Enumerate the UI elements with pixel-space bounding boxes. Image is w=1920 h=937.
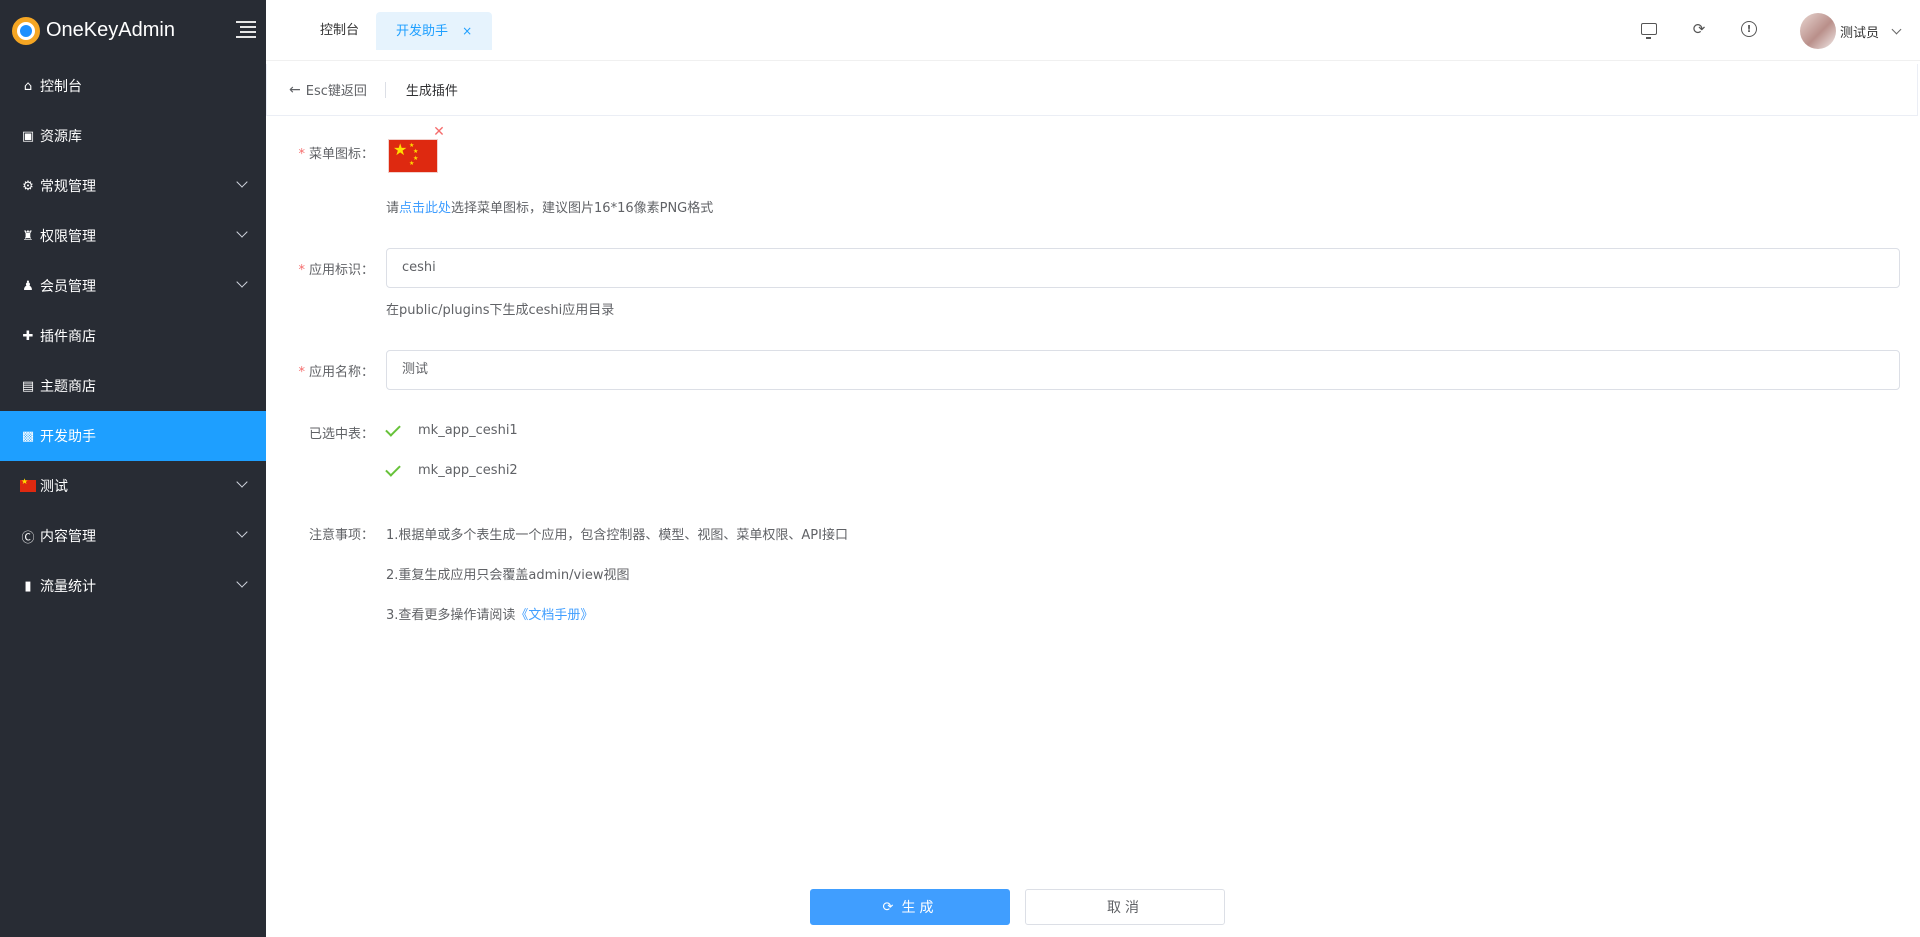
note-text: 3.查看更多操作请阅读 — [386, 608, 516, 623]
sidebar-item-label: 开发助手 — [40, 429, 96, 445]
refresh-icon: ⟳ — [882, 899, 894, 915]
button-label: 取消 — [1107, 900, 1143, 916]
generate-button[interactable]: ⟳ 生成 — [810, 889, 1010, 925]
tab-dev-assistant[interactable]: 开发助手 × — [376, 12, 493, 50]
back-label: Esc键返回 — [305, 84, 367, 99]
sidebar-item-label: 内容管理 — [40, 529, 96, 545]
sidebar-item-content[interactable]: Ⓒ 内容管理 — [0, 511, 266, 561]
arrow-left-icon: ← — [289, 81, 301, 98]
sidebar-item-permissions[interactable]: ♜ 权限管理 — [0, 211, 266, 261]
app-name-input[interactable]: 测试 — [386, 350, 1900, 390]
wallet-icon: ▣ — [21, 128, 35, 144]
sidebar-item-theme-store[interactable]: ▤ 主题商店 — [0, 361, 266, 411]
menu-collapse-icon[interactable] — [236, 18, 256, 38]
table-name: mk_app_ceshi2 — [418, 463, 518, 478]
remove-icon[interactable]: ✕ — [431, 125, 447, 141]
check-icon — [385, 460, 401, 477]
chevron-down-icon — [236, 176, 248, 188]
note-line: 1.根据单或多个表生成一个应用，包含控制器、模型、视图、菜单权限、API接口 — [386, 528, 848, 543]
form-label: * 菜单图标： — [298, 147, 374, 162]
sidebar-item-label: 测试 — [40, 479, 68, 495]
sidebar-item-test[interactable]: 测试 — [0, 461, 266, 511]
tab-dashboard[interactable]: 控制台 — [300, 12, 379, 50]
sidebar-item-label: 插件商店 — [40, 329, 96, 345]
puzzle-icon: ✚ — [22, 328, 34, 344]
sidebar: OneKeyAdmin ⌂ 控制台 ▣ 资源库 ⚙ 常规管理 ♜ 权限管理 ♟ … — [0, 0, 266, 937]
label-text: 应用名称： — [308, 365, 374, 380]
sidebar-item-label: 会员管理 — [40, 279, 96, 295]
button-label: 生成 — [901, 900, 938, 916]
code-icon: ▩ — [21, 428, 35, 444]
content-icon: Ⓒ — [21, 530, 35, 546]
sidebar-item-label: 控制台 — [40, 79, 82, 95]
gear-icon: ⚙ — [22, 178, 34, 194]
sidebar-item-plugin-store[interactable]: ✚ 插件商店 — [0, 311, 266, 361]
sidebar-item-dev-assistant[interactable]: ▩ 开发助手 — [0, 411, 266, 461]
divider — [384, 81, 386, 98]
label-text: 菜单图标： — [308, 147, 374, 162]
sidebar-item-members[interactable]: ♟ 会员管理 — [0, 261, 266, 311]
breadcrumb: ← Esc键返回 生成插件 — [266, 64, 1918, 116]
hint-text: 在public/plugins下生成ceshi应用目录 — [386, 303, 615, 318]
brand-name: OneKeyAdmin — [46, 19, 175, 41]
user-menu[interactable]: 测试员 — [1799, 12, 1902, 50]
note-line: 2.重复生成应用只会覆盖admin/view视图 — [386, 568, 630, 583]
menu-icon-preview[interactable]: ★ ★ ★ ★ ★ ✕ — [386, 125, 445, 173]
close-icon[interactable]: × — [462, 24, 472, 38]
list-item: mk_app_ceshi2 — [385, 460, 518, 478]
tab-label: 控制台 — [320, 23, 360, 38]
user-name: 测试员 — [1839, 25, 1879, 41]
sidebar-item-dashboard[interactable]: ⌂ 控制台 — [0, 61, 266, 111]
chevron-down-icon — [1891, 24, 1902, 34]
sidebar-item-label: 权限管理 — [40, 229, 96, 245]
page-title: 生成插件 — [405, 84, 458, 99]
avatar — [1799, 13, 1836, 49]
chevron-down-icon — [236, 476, 248, 488]
sidebar-item-label: 常规管理 — [40, 179, 96, 195]
check-icon — [385, 420, 401, 437]
form-label: * 应用标识： — [298, 263, 374, 278]
tab-label: 开发助手 — [396, 24, 449, 39]
label-text: 应用标识： — [308, 263, 374, 278]
sidebar-item-resources[interactable]: ▣ 资源库 — [0, 111, 266, 161]
back-button[interactable]: ← Esc键返回 — [289, 80, 367, 100]
bar-chart-icon: ▮ — [24, 578, 32, 594]
onekey-logo-icon — [12, 16, 40, 45]
brand-logo[interactable]: OneKeyAdmin — [0, 0, 266, 61]
top-header: 控制台 开发助手 × ⟳ ! 测试员 — [266, 0, 1920, 61]
sidebar-item-label: 主题商店 — [40, 379, 96, 395]
chevron-down-icon — [236, 576, 248, 588]
note-line: 3.查看更多操作请阅读《文档手册》 — [386, 604, 593, 623]
form-label: 注意事项： — [308, 528, 374, 543]
sidebar-item-label: 流量统计 — [40, 579, 96, 595]
hint-text: 请 — [386, 201, 400, 216]
app-id-input[interactable]: ceshi — [386, 248, 1900, 288]
chevron-down-icon — [236, 276, 248, 288]
sidebar-item-general[interactable]: ⚙ 常规管理 — [0, 161, 266, 211]
sidebar-item-traffic[interactable]: ▮ 流量统计 — [0, 561, 266, 611]
fullscreen-icon[interactable] — [1640, 20, 1658, 39]
info-icon[interactable]: ! — [1740, 20, 1758, 38]
hint-text: 选择菜单图标，建议图片16*16像素PNG格式 — [451, 201, 714, 216]
layout-icon: ▤ — [21, 378, 35, 394]
user-cog-icon: ♟ — [22, 278, 34, 294]
china-flag-icon: ★ ★ ★ ★ ★ — [388, 139, 438, 173]
table-name: mk_app_ceshi1 — [418, 423, 518, 438]
choose-icon-link[interactable]: 点击此处 — [399, 201, 451, 216]
cancel-button[interactable]: 取消 — [1025, 889, 1225, 925]
form-label: * 应用名称： — [298, 365, 374, 380]
user-lock-icon: ♜ — [22, 228, 34, 244]
list-item: mk_app_ceshi1 — [385, 420, 518, 438]
form-label: 已选中表： — [308, 427, 374, 442]
home-icon: ⌂ — [23, 78, 33, 94]
sidebar-item-label: 资源库 — [40, 129, 82, 145]
main-content: ← Esc键返回 生成插件 * 菜单图标： ★ ★ ★ ★ ★ ✕ 请点击此处选择… — [266, 61, 1920, 937]
docs-link[interactable]: 《文档手册》 — [515, 608, 593, 623]
china-flag-icon — [20, 477, 36, 494]
chevron-down-icon — [236, 526, 248, 538]
chevron-down-icon — [236, 226, 248, 238]
refresh-icon[interactable]: ⟳ — [1690, 20, 1708, 38]
